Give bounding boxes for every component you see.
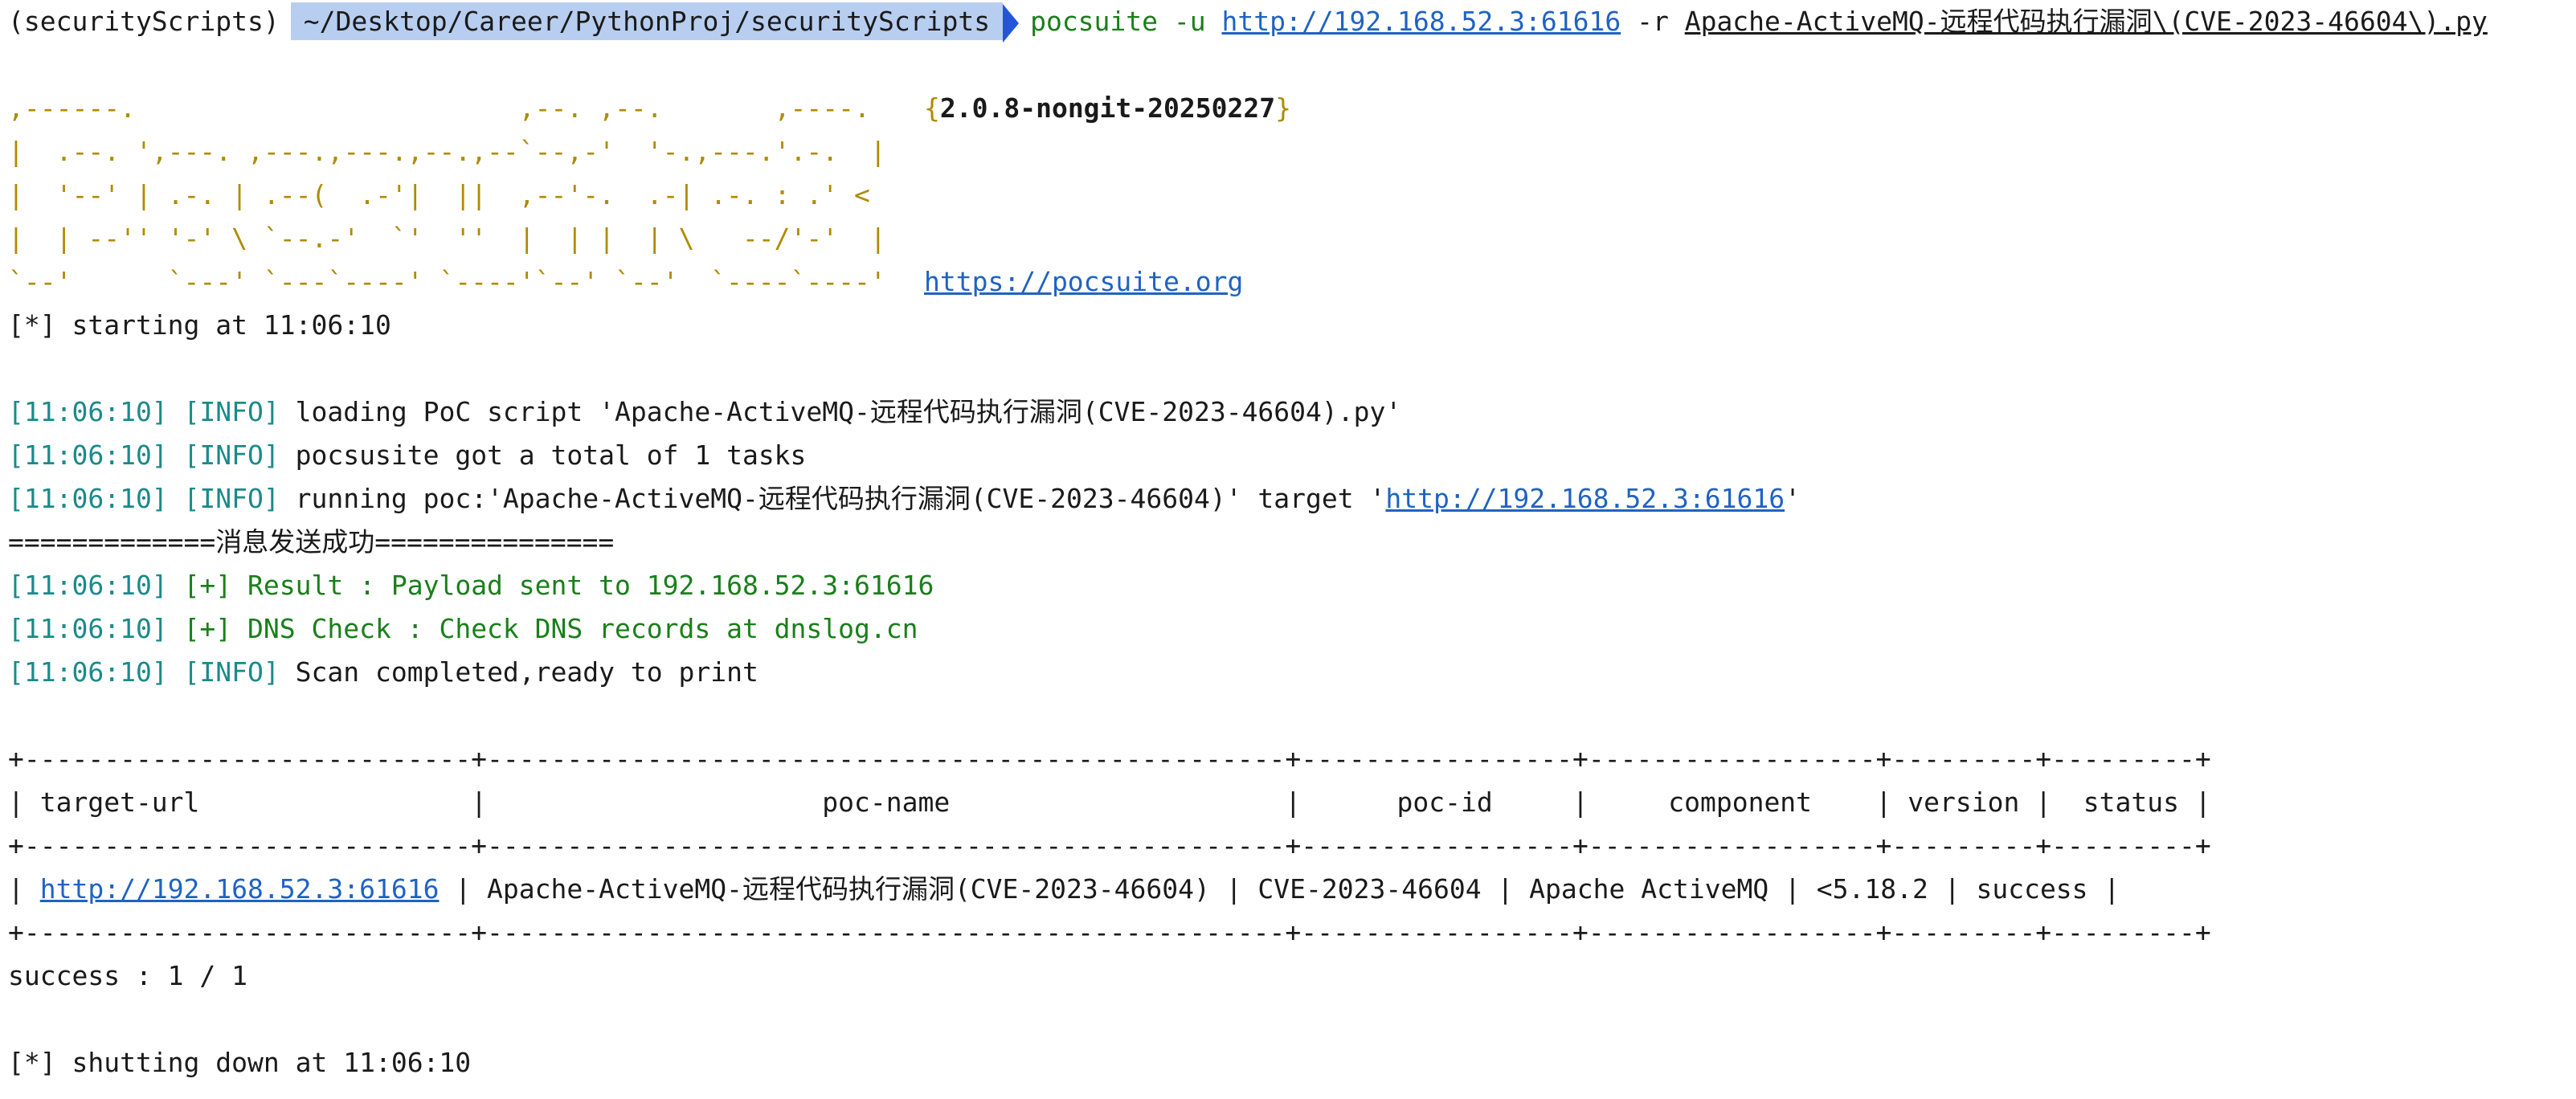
command-name: pocsuite -u xyxy=(1030,6,1206,37)
log-timestamp: [11:06:10] xyxy=(8,570,168,601)
result-line: [11:06:10] [+] Result : Payload sent to … xyxy=(8,564,2571,607)
summary-line: success : 1 / 1 xyxy=(8,960,248,991)
start-line: [*] starting at 11:06:10 xyxy=(8,309,391,341)
log-line: [11:06:10] [INFO] loading PoC script 'Ap… xyxy=(8,390,2571,434)
command-line: (securityScripts) ~/Desktop/Career/Python… xyxy=(8,0,2571,43)
log-level: [INFO] xyxy=(183,656,280,688)
result-text: DNS Check : Check DNS records at dnslog.… xyxy=(247,613,918,644)
log-line: [11:06:10] [INFO] running poc:'Apache-Ac… xyxy=(8,477,2571,521)
table-target-url[interactable]: http://192.168.52.3:61616 xyxy=(40,873,440,905)
site-link[interactable]: https://pocsuite.org xyxy=(924,266,1243,297)
log-level: [INFO] xyxy=(183,483,280,514)
log-level: [INFO] xyxy=(183,439,280,471)
log-message-end: ' xyxy=(1785,483,1801,514)
table-cell-sep: | xyxy=(8,873,40,905)
banner: ,------. ,--. ,--. ,----. | .--. ',---. … xyxy=(8,87,2571,304)
log-timestamp: [11:06:10] xyxy=(8,483,168,514)
log-timestamp: [11:06:10] xyxy=(8,656,168,688)
message-sent-line: =============消息发送成功=============== xyxy=(8,526,615,558)
banner-ascii-art: ,------. ,--. ,--. ,----. | .--. ',---. … xyxy=(8,92,886,297)
log-message: Scan completed,ready to print xyxy=(295,656,758,688)
log-timestamp: [11:06:10] xyxy=(8,613,168,644)
log-timestamp: [11:06:10] xyxy=(8,396,168,427)
command-flag-r: -r xyxy=(1637,6,1669,37)
result-level: [+] xyxy=(183,570,232,601)
result-text: Result : Payload sent to 192.168.52.3:61… xyxy=(247,570,934,601)
prompt-path: ~/Desktop/Career/PythonProj/securityScri… xyxy=(290,2,1004,40)
site-line: https://pocsuite.org xyxy=(924,260,1291,304)
table-border-top: +----------------------------+----------… xyxy=(8,743,2211,774)
log-message: loading PoC script 'Apache-ActiveMQ-远程代码… xyxy=(295,396,1402,427)
log-line: [11:06:10] [INFO] pocsusite got a total … xyxy=(8,434,2571,477)
shutdown-line: [*] shutting down at 11:06:10 xyxy=(8,1047,472,1078)
table-border-bottom: +----------------------------+----------… xyxy=(8,917,2211,948)
result-line: [11:06:10] [+] DNS Check : Check DNS rec… xyxy=(8,607,2571,651)
command-target-url[interactable]: http://192.168.52.3:61616 xyxy=(1222,6,1621,37)
log-line: [11:06:10] [INFO] Scan completed,ready t… xyxy=(8,651,2571,694)
result-level: [+] xyxy=(183,613,232,644)
venv-label: (securityScripts) xyxy=(8,6,280,37)
table-border-mid: +----------------------------+----------… xyxy=(8,830,2211,861)
command-poc-file[interactable]: Apache-ActiveMQ-远程代码执行漏洞\(CVE-2023-46604… xyxy=(1685,6,2488,37)
prompt-arrow-icon xyxy=(1003,3,1020,43)
log-message: pocsusite got a total of 1 tasks xyxy=(295,439,807,471)
log-message: running poc:'Apache-ActiveMQ-远程代码执行漏洞(CV… xyxy=(295,483,1386,514)
log-timestamp: [11:06:10] xyxy=(8,439,168,471)
table-header: | target-url | poc-name | poc-id | compo… xyxy=(8,786,2211,818)
banner-side: {2.0.8-nongit-20250227} https://pocsuite… xyxy=(924,87,1291,304)
log-level: [INFO] xyxy=(183,396,280,427)
version-text: 2.0.8-nongit-20250227 xyxy=(939,92,1276,124)
table-row: | http://192.168.52.3:61616 | Apache-Act… xyxy=(8,868,2571,911)
terminal-output[interactable]: (securityScripts) ~/Desktop/Career/Python… xyxy=(8,0,2571,1085)
log-target-link[interactable]: http://192.168.52.3:61616 xyxy=(1385,483,1785,514)
version-label: {2.0.8-nongit-20250227} xyxy=(924,92,1291,124)
table-row-rest: | Apache-ActiveMQ-远程代码执行漏洞(CVE-2023-4660… xyxy=(439,873,2120,905)
